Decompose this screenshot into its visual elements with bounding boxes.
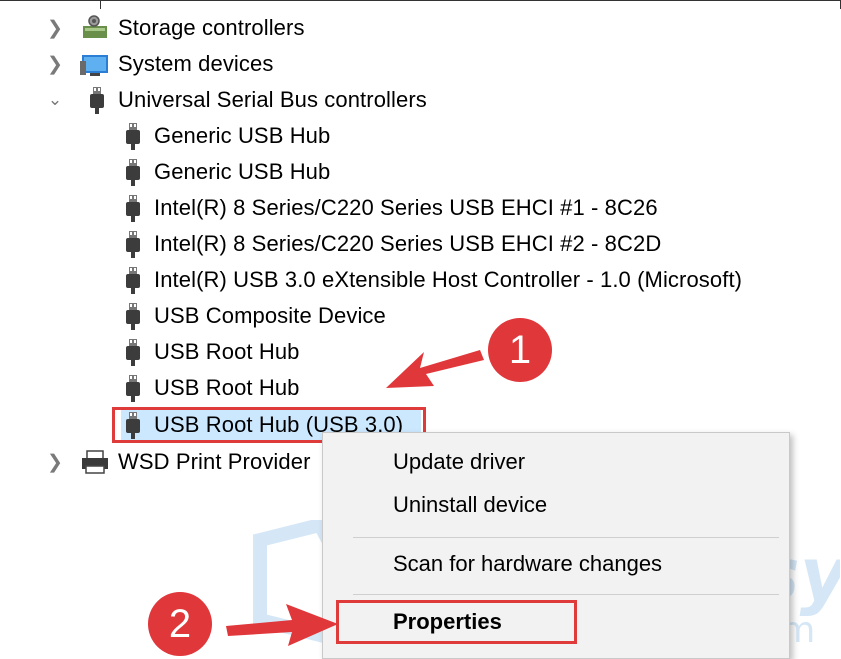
storage-controller-icon: [80, 13, 110, 43]
tree-item-usb-device[interactable]: USB Root Hub: [122, 335, 300, 369]
window-top-border: [0, 0, 841, 9]
usb-plug-icon: [122, 301, 144, 331]
tree-item-usb-device[interactable]: Generic USB Hub: [122, 119, 330, 153]
tree-item-label: USB Root Hub: [154, 375, 300, 400]
usb-plug-icon: [122, 265, 144, 295]
usb-plug-icon: [86, 85, 108, 115]
step-2-badge: 2: [148, 592, 212, 656]
tree-item-label: USB Root Hub: [154, 339, 300, 364]
tree-item-usb-device[interactable]: Intel(R) USB 3.0 eXtensible Host Control…: [122, 263, 742, 297]
expand-chevron-icon[interactable]: ❯: [40, 11, 70, 45]
arrow-to-properties-icon: [226, 604, 338, 646]
tree-item-usb-device[interactable]: USB Root Hub: [122, 371, 300, 405]
tree-item-storage-controllers[interactable]: Storage controllers: [80, 11, 305, 45]
tree-item-label: Generic USB Hub: [154, 159, 331, 184]
expand-chevron-icon[interactable]: ❯: [40, 47, 70, 81]
tree-item-usb-device[interactable]: Intel(R) 8 Series/C220 Series USB EHCI #…: [122, 227, 661, 261]
tree-item-wsd-print-provider[interactable]: WSD Print Provider: [80, 445, 311, 479]
tree-item-label: Storage controllers: [118, 15, 305, 40]
menu-item-scan-hardware-changes[interactable]: Scan for hardware changes: [393, 551, 662, 577]
tree-item-label: Universal Serial Bus controllers: [118, 87, 427, 112]
usb-plug-icon: [122, 373, 144, 403]
usb-plug-icon: [122, 229, 144, 259]
menu-item-uninstall-device[interactable]: Uninstall device: [393, 492, 547, 518]
highlight-box-properties: [336, 600, 577, 644]
step-1-badge: 1: [488, 318, 552, 382]
tree-item-label: Generic USB Hub: [154, 123, 331, 148]
menu-separator: [353, 537, 779, 538]
tree-item-label: Intel(R) 8 Series/C220 Series USB EHCI #…: [154, 195, 658, 220]
tree-item-label: System devices: [118, 51, 274, 76]
usb-plug-icon: [122, 193, 144, 223]
tree-item-label: USB Composite Device: [154, 303, 386, 328]
arrow-to-device-icon: [386, 350, 484, 388]
tree-item-label: WSD Print Provider: [118, 449, 311, 474]
tree-item-usb-device[interactable]: Generic USB Hub: [122, 155, 330, 189]
tree-item-label: Intel(R) USB 3.0 eXtensible Host Control…: [154, 267, 743, 292]
menu-item-update-driver[interactable]: Update driver: [393, 449, 525, 475]
tree-item-system-devices[interactable]: System devices: [80, 47, 273, 81]
usb-plug-icon: [122, 337, 144, 367]
menu-separator: [353, 594, 779, 595]
tree-item-label: Intel(R) 8 Series/C220 Series USB EHCI #…: [154, 231, 662, 256]
tree-item-usb-device[interactable]: USB Composite Device: [122, 299, 386, 333]
usb-plug-icon: [122, 157, 144, 187]
system-devices-icon: [80, 49, 110, 79]
window-divider: [100, 0, 101, 9]
tree-item-usb-device[interactable]: Intel(R) 8 Series/C220 Series USB EHCI #…: [122, 191, 658, 225]
collapse-chevron-icon[interactable]: ⌄: [40, 83, 70, 117]
usb-plug-icon: [122, 121, 144, 151]
expand-chevron-icon[interactable]: ❯: [40, 445, 70, 479]
printer-icon: [80, 447, 110, 477]
tree-item-usb-controllers[interactable]: Universal Serial Bus controllers: [86, 83, 427, 117]
